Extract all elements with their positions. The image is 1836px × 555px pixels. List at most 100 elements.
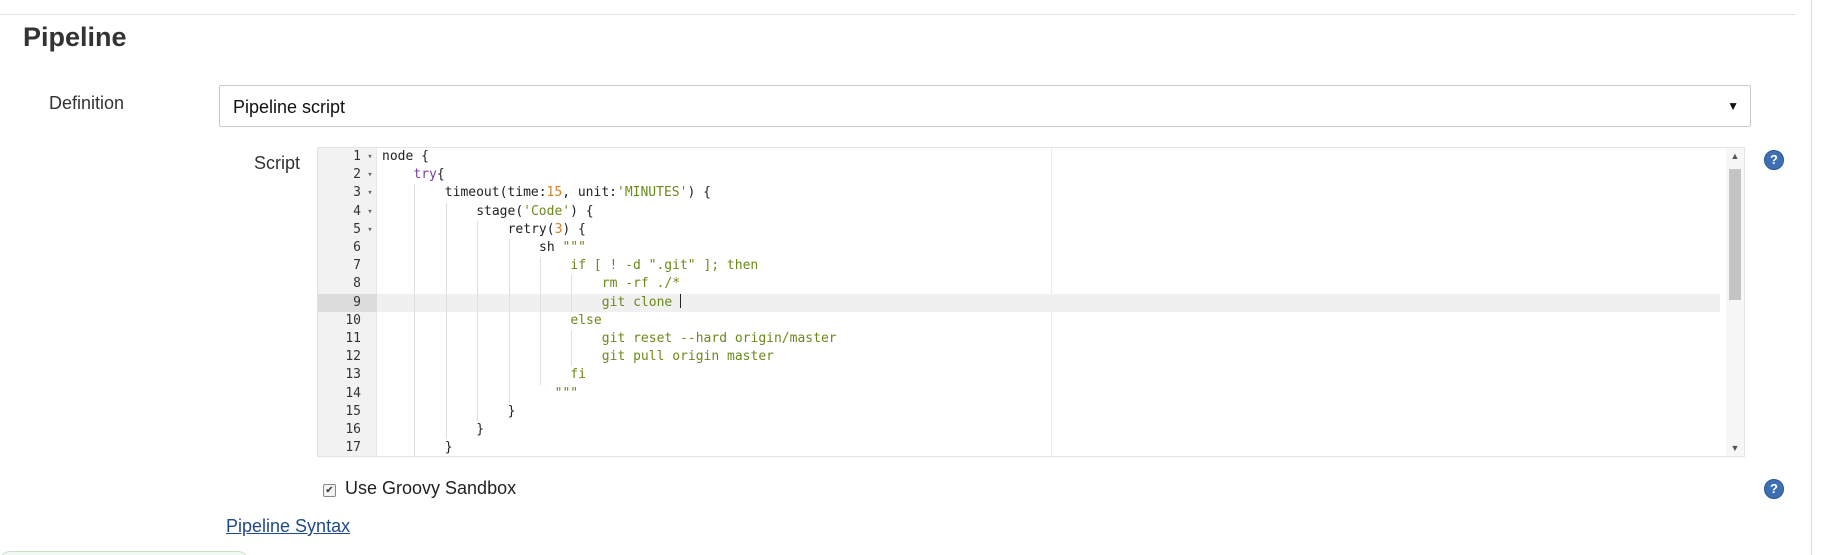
indent-guide [414, 311, 416, 330]
script-editor[interactable]: 1 ▾ node {2 ▾ try{3 ▾ timeout(time:15, unit:'M… [317, 147, 1745, 457]
code-line[interactable]: 1 ▾ node { [318, 148, 1720, 166]
code-token: try [413, 167, 437, 183]
groovy-sandbox-checkbox[interactable]: ✔ [323, 484, 336, 497]
indent-guide [414, 330, 416, 349]
indent-guide [540, 330, 541, 349]
indent-guide [445, 275, 447, 294]
code-line[interactable]: 8 rm -rf ./* [318, 275, 1720, 294]
indent-guide [508, 348, 510, 367]
code-token: if [ ! -d ".git" ]; then [570, 258, 759, 274]
code-line[interactable]: 5 ▾ retry(3) { [318, 220, 1720, 239]
scroll-up-icon[interactable]: ▲ [1729, 151, 1741, 161]
code-line[interactable]: 9 git clone [318, 293, 1720, 312]
indent-guide [508, 311, 510, 330]
indent-guide [508, 275, 510, 294]
indent-guide [414, 239, 416, 258]
code-text: git clone [601, 293, 682, 312]
indent-guide [508, 366, 510, 385]
scroll-thumb[interactable] [1729, 169, 1741, 300]
indent-guide [477, 257, 479, 276]
fold-arrow-icon[interactable]: ▾ [365, 166, 375, 184]
code-line[interactable]: 11 git reset --hard origin/master [318, 330, 1720, 349]
help-icon[interactable]: ? [1764, 479, 1784, 499]
indent-guide [414, 366, 416, 385]
indent-guide [414, 202, 416, 221]
checkmark-icon: ✔ [325, 485, 334, 496]
code-line[interactable]: 17} [318, 439, 1720, 456]
indent-guide [477, 366, 479, 385]
fold-arrow-icon[interactable]: ▾ [365, 148, 375, 166]
code-token: git reset --hard origin/master [601, 331, 837, 346]
line-number: 16 [345, 422, 361, 437]
code-token: } [507, 403, 516, 419]
code-line[interactable]: 12 git pull origin master [318, 348, 1720, 367]
scroll-down-icon[interactable]: ▼ [1729, 443, 1741, 453]
indent-guide [477, 330, 479, 349]
notification-edge [0, 551, 248, 555]
indent-guide [571, 275, 573, 294]
code-token: git clone [601, 294, 681, 310]
code-text: try{ [413, 166, 444, 184]
section-divider [0, 14, 1796, 15]
code-token: else [570, 312, 602, 328]
code-token: 'Code' [523, 203, 571, 219]
indent-guide [414, 220, 416, 239]
code-line[interactable]: 2 ▾ try{ [318, 166, 1720, 184]
code-line[interactable]: 14 """ [318, 384, 1720, 403]
line-number: 17 [345, 440, 361, 456]
code-line[interactable]: 15} [318, 402, 1720, 421]
indent-guide [445, 311, 447, 330]
code-line[interactable]: 4 ▾ stage('Code') { [318, 202, 1720, 221]
code-token: 'MINUTES' [617, 185, 688, 201]
indent-guide [445, 366, 447, 385]
code-token: ) { [687, 185, 711, 201]
indent-guide [477, 239, 479, 258]
code-line[interactable]: 7 if [ ! -d ".git" ]; then [318, 257, 1720, 276]
line-number: 14 [345, 385, 361, 401]
line-number: 7 [353, 258, 361, 274]
code-line[interactable]: 10 else [318, 311, 1720, 330]
indent-guide [508, 257, 510, 276]
indent-guide [445, 384, 447, 403]
fold-arrow-icon[interactable]: ▾ [365, 221, 375, 239]
indent-guide [445, 202, 447, 221]
code-line[interactable]: 16} [318, 421, 1720, 440]
indent-guide [540, 275, 541, 294]
fold-arrow-icon[interactable]: ▾ [365, 203, 375, 221]
help-icon[interactable]: ? [1764, 150, 1784, 170]
code-text: if [ ! -d ".git" ]; then [570, 257, 758, 275]
line-number: 13 [345, 367, 361, 383]
code-line[interactable]: 3 ▾ timeout(time:15, unit:'MINUTES') { [318, 184, 1720, 203]
pipeline-config-page: Pipeline Definition Pipeline script ▼ Sc… [0, 0, 1836, 555]
indent-guide [508, 330, 510, 349]
code-line[interactable]: 13 fi [318, 366, 1720, 385]
panel-border [1811, 0, 1812, 555]
code-text: rm -rf ./* [602, 275, 680, 293]
definition-select[interactable]: Pipeline script ▼ [219, 85, 1751, 127]
line-number: 12 [345, 349, 361, 365]
code-text: """ [539, 385, 578, 403]
indent-guide [414, 402, 416, 421]
indent-guide [540, 366, 541, 385]
pipeline-syntax-link[interactable]: Pipeline Syntax [226, 516, 350, 537]
code-token: ) { [562, 221, 586, 237]
indent-guide [477, 293, 479, 312]
indent-guide [445, 293, 447, 312]
indent-guide [508, 293, 510, 312]
line-number: 6 [353, 240, 361, 255]
code-line[interactable]: 6 sh """ [318, 239, 1720, 258]
line-number: 11 [345, 331, 361, 346]
code-token: """ [554, 385, 579, 401]
fold-arrow-icon[interactable]: ▾ [365, 184, 375, 202]
line-number: 9 [318, 293, 377, 312]
indent-guide [571, 348, 573, 367]
code-token: { [436, 167, 445, 183]
code-token: } [476, 422, 485, 437]
code-token: stage( [476, 203, 524, 219]
code-token: retry( [507, 221, 555, 237]
indent-guide [540, 311, 541, 330]
editor-scrollbar[interactable]: ▲ ▼ [1726, 148, 1744, 456]
code-text: } [445, 439, 453, 456]
code-text: git reset --hard origin/master [602, 330, 837, 348]
